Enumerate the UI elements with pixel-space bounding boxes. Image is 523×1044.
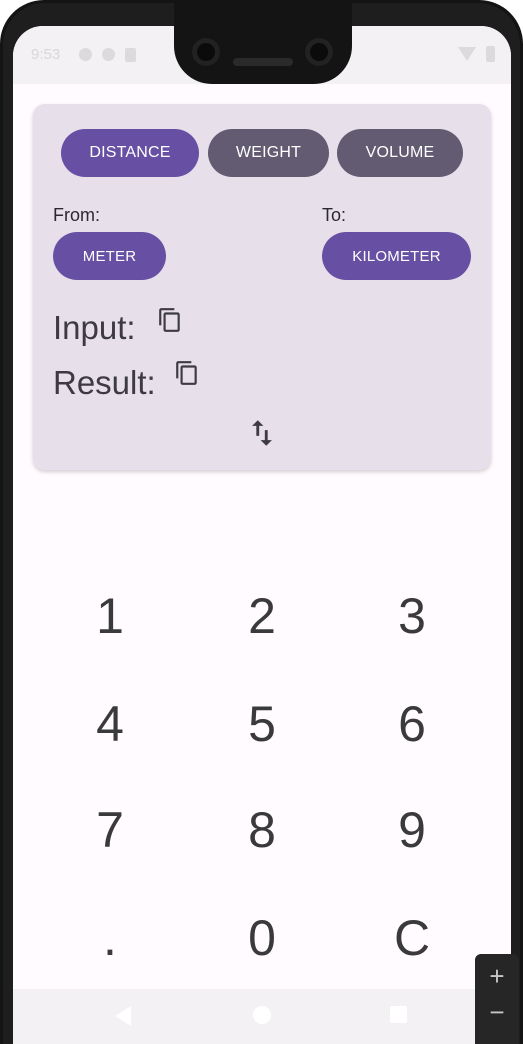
key-decimal[interactable]: . [50,893,170,983]
copy-input-icon[interactable] [157,306,183,334]
result-label: Result: [53,364,156,401]
key-1[interactable]: 1 [50,571,170,661]
category-weight-button[interactable]: WEIGHT [208,129,329,177]
key-4[interactable]: 4 [50,679,170,769]
category-volume-button[interactable]: VOLUME [337,129,463,177]
device-frame: 9:53 DISTANCE WEIGHT VOLUME From: To: ME… [0,0,523,1044]
emulator-zoom-panel: + − [475,954,519,1044]
zoom-out-button[interactable]: − [475,994,519,1030]
sim-card-icon [125,48,136,62]
battery-icon [486,46,495,62]
from-label: From: [53,205,100,225]
status-system-icons [458,46,495,62]
app-screen: 9:53 DISTANCE WEIGHT VOLUME From: To: ME… [13,26,511,1044]
wifi-icon [458,47,476,61]
settings-status-icon [79,48,92,61]
back-icon[interactable] [115,1006,131,1026]
key-8[interactable]: 8 [202,785,322,875]
to-unit-button[interactable]: KILOMETER [322,232,471,280]
camera-notch [174,0,352,84]
zoom-in-button[interactable]: + [475,958,519,994]
to-label: To: [322,205,347,225]
status-notification-icons [79,48,136,62]
swap-units-icon[interactable] [245,416,279,450]
navigation-bar [13,989,511,1044]
home-icon[interactable] [253,1006,271,1024]
key-0[interactable]: 0 [202,893,322,983]
category-distance-button[interactable]: DISTANCE [61,129,199,177]
input-label: Input: [53,309,136,346]
key-3[interactable]: 3 [352,571,472,661]
earpiece-speaker [233,58,293,66]
front-camera-right [305,38,333,66]
key-9[interactable]: 9 [352,785,472,875]
copy-result-icon[interactable] [174,359,200,387]
key-clear[interactable]: C [352,893,472,983]
front-camera-left [192,38,220,66]
key-5[interactable]: 5 [202,679,322,769]
sync-status-icon [102,48,115,61]
converter-card: DISTANCE WEIGHT VOLUME From: To: METER K… [33,104,491,470]
key-2[interactable]: 2 [202,571,322,661]
from-unit-button[interactable]: METER [53,232,166,280]
recents-icon[interactable] [390,1006,407,1023]
status-time: 9:53 [31,46,61,63]
key-7[interactable]: 7 [50,785,170,875]
key-6[interactable]: 6 [352,679,472,769]
